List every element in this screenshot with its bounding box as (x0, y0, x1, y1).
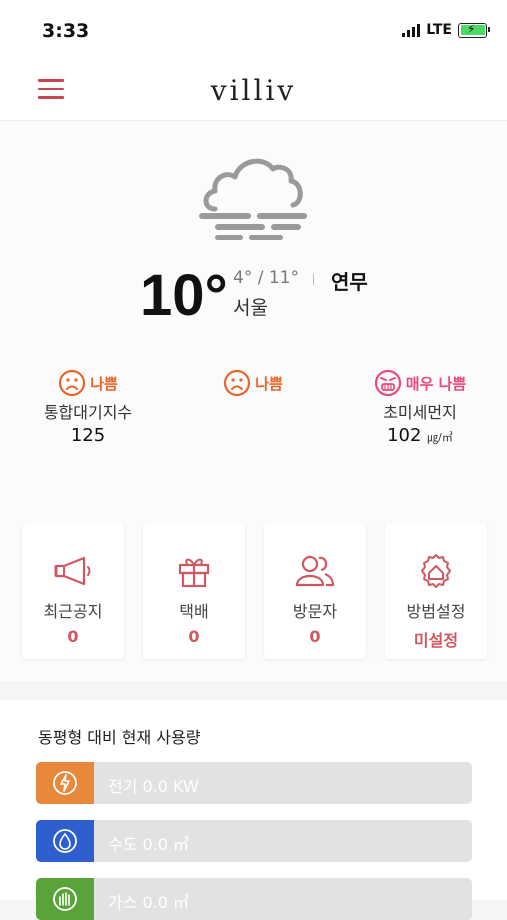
card-count: 0 (309, 627, 321, 646)
divider (313, 274, 314, 285)
network-type: LTE (426, 22, 452, 38)
air-label: 초미세먼지 (383, 403, 457, 422)
card-count: 0 (188, 627, 200, 646)
card-label: 최근공지 (43, 602, 103, 621)
status-icons: LTE ⚡ (402, 22, 490, 38)
electricity-usage-bar[interactable]: 전기 0.0 KW (36, 762, 472, 804)
temperature-range: 4° / 11° (233, 268, 299, 288)
battery-icon: ⚡ (458, 22, 490, 38)
usage-label: 전기 0.0 KW (108, 777, 199, 796)
megaphone-icon (54, 556, 91, 586)
water-drop-icon (36, 820, 94, 862)
city-name: 서울 (233, 297, 268, 319)
status-bar: 3:33 LTE ⚡ (0, 0, 507, 62)
electricity-icon (36, 762, 94, 804)
gas-icon (36, 878, 94, 920)
air-value: 125 (70, 425, 106, 446)
usage-label: 수도 0.0 ㎥ (108, 835, 190, 854)
gift-box-icon (178, 558, 210, 588)
app-logo: villiv (210, 74, 297, 107)
air-value-number: 102 (387, 425, 422, 446)
air-level: 나쁨 (90, 374, 118, 393)
fog-cloud-icon (199, 158, 307, 240)
gas-usage-bar[interactable]: 가스 0.0 ㎥ (36, 878, 472, 920)
sad-face-icon (59, 369, 86, 397)
air-quality-index: 나쁨 통합대기지수 125 (8, 369, 168, 446)
air-unit: ㎍/㎥ (427, 431, 453, 444)
air-value: 102 ㎍/㎥ (340, 425, 500, 446)
signal-icon (402, 23, 421, 37)
current-temperature: 10° (140, 263, 228, 328)
parcel-card[interactable]: 택배 0 (143, 523, 245, 659)
usage-label: 가스 0.0 ㎥ (108, 893, 190, 912)
water-usage-bar[interactable]: 수도 0.0 ㎥ (36, 820, 472, 862)
weather-condition: 연무 (331, 270, 368, 294)
app-header: villiv (0, 62, 507, 121)
card-label: 택배 (179, 602, 209, 621)
usage-title: 동평형 대비 현재 사용량 (38, 728, 201, 747)
security-card[interactable]: 방범설정 미설정 (385, 523, 487, 659)
very-bad-face-icon (374, 369, 401, 397)
card-label: 방범설정 (406, 602, 466, 621)
notice-card[interactable]: 최근공지 0 (22, 523, 124, 659)
security-gear-house-icon (421, 554, 451, 588)
sad-face-icon (224, 369, 251, 397)
weather-panel: 10° 4° / 11° 서울 연무 나쁨 통합대기지수 125 나쁨 매우 나… (0, 121, 507, 681)
usage-panel: 동평형 대비 현재 사용량 전기 0.0 KW 수도 0.0 ㎥ 가스 0.0 … (0, 700, 507, 920)
ultra-fine-dust: 매우 나쁨 초미세먼지 102 ㎍/㎥ (340, 369, 500, 446)
card-count: 0 (67, 627, 79, 646)
card-label: 방문자 (292, 602, 338, 621)
air-label: 통합대기지수 (43, 403, 133, 422)
visitor-card[interactable]: 방문자 0 (264, 523, 366, 659)
visitors-icon (295, 555, 335, 587)
status-time: 3:33 (42, 20, 90, 42)
air-level: 매우 나쁨 (405, 374, 467, 393)
air-level: 나쁨 (255, 374, 283, 393)
card-count: 미설정 (413, 631, 459, 650)
fine-dust: 나쁨 (173, 369, 333, 399)
